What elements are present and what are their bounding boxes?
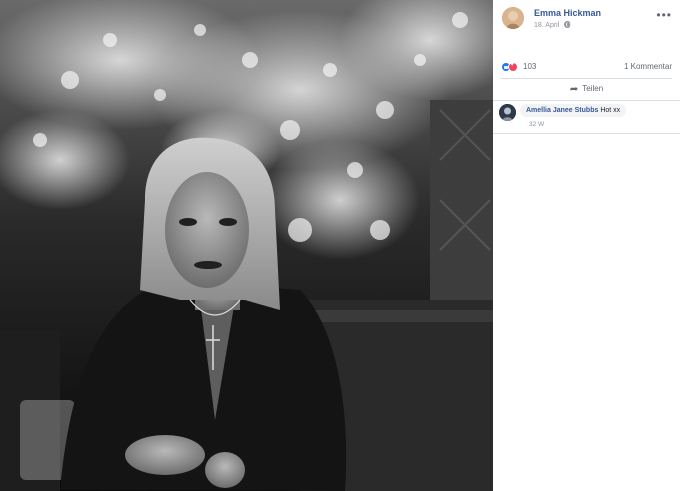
post-header: Emma Hickman 18. April •••: [501, 6, 680, 32]
reactions-bar: 103 1 Kommentar: [501, 60, 672, 74]
love-reaction-icon[interactable]: [508, 61, 518, 72]
divider: [493, 100, 680, 101]
comment-text: Hot xx: [600, 107, 621, 114]
globe-icon: [564, 21, 572, 28]
commenter-name[interactable]: Amellia Janee Stubbs: [526, 107, 598, 114]
share-label: Teilen: [582, 84, 604, 93]
post-photo[interactable]: [0, 0, 493, 491]
post-side-panel: Emma Hickman 18. April ••• 103 1 Komment…: [493, 0, 680, 491]
divider: [493, 133, 680, 134]
comment-count[interactable]: 1 Kommentar: [624, 62, 672, 71]
share-button[interactable]: ➦ Teilen: [501, 80, 672, 98]
photo-image: [0, 0, 493, 491]
post-meta: 18. April: [534, 21, 572, 29]
author-name[interactable]: Emma Hickman: [534, 8, 601, 18]
share-arrow-icon: ➦: [569, 84, 579, 95]
comment-bubble: Amellia Janee Stubbs Hot xx: [520, 104, 627, 117]
comment-item: Amellia Janee Stubbs Hot xx 32 W: [499, 104, 680, 130]
divider: [501, 78, 672, 79]
comment-time[interactable]: 32 W: [529, 121, 544, 128]
post-date[interactable]: 18. April: [534, 22, 559, 29]
reaction-count[interactable]: 103: [523, 62, 536, 71]
ellipsis-icon[interactable]: •••: [656, 8, 672, 22]
author-avatar[interactable]: [502, 7, 524, 29]
commenter-avatar[interactable]: [499, 104, 516, 121]
